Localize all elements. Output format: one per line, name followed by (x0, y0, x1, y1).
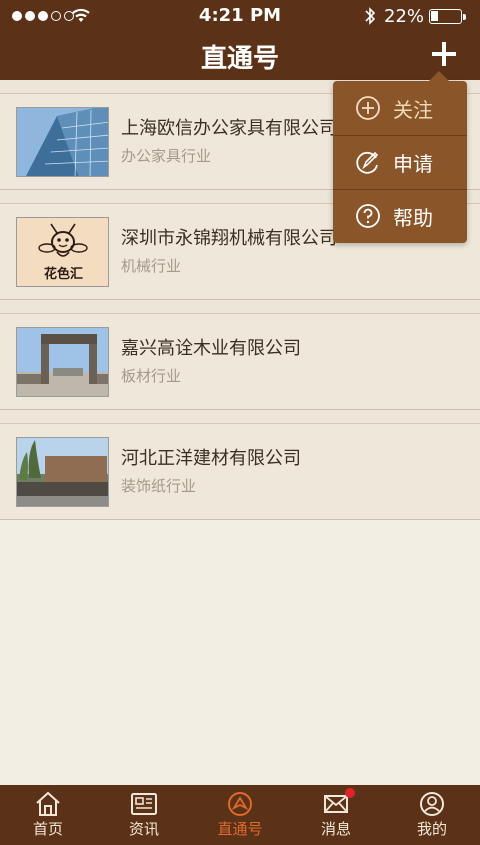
nav-bar: 4:21 PM 22% 直通号 (0, 0, 480, 80)
tab-news[interactable]: 资讯 (96, 785, 192, 845)
user-icon (420, 792, 444, 816)
tab-label: 直通号 (217, 820, 263, 838)
company-industry: 装饰纸行业 (121, 477, 197, 495)
tab-home[interactable]: 首页 (0, 785, 96, 845)
battery-icon (429, 9, 466, 24)
company-thumbnail (16, 437, 109, 507)
edit-circle-icon (356, 151, 379, 174)
tab-label: 我的 (416, 820, 447, 838)
menu-item-help[interactable]: 帮助 (333, 189, 467, 243)
tab-label: 首页 (32, 820, 63, 838)
menu-item-label: 申请 (393, 152, 433, 176)
company-name: 深圳市永锦翔机械有限公司 (121, 228, 337, 249)
logo-text: 花色汇 (43, 267, 83, 282)
plus-circle-icon (356, 96, 380, 120)
page-title: 直通号 (200, 44, 279, 74)
compass-icon (228, 792, 252, 816)
menu-item-follow[interactable]: 关注 (333, 81, 467, 135)
battery-percent: 22% (384, 6, 425, 27)
company-name: 河北正洋建材有限公司 (121, 448, 301, 469)
company-industry: 板材行业 (121, 367, 182, 385)
company-logo: 花色汇 (16, 217, 109, 287)
company-name: 嘉兴高诠木业有限公司 (121, 338, 301, 359)
company-industry: 办公家具行业 (121, 147, 212, 165)
tab-mine[interactable]: 我的 (384, 785, 480, 845)
notification-badge (345, 788, 355, 798)
tab-direct[interactable]: 直通号 (192, 785, 288, 845)
tab-messages[interactable]: 消息 (288, 785, 384, 845)
newspaper-icon (131, 793, 157, 815)
menu-item-apply[interactable]: 申请 (333, 135, 467, 189)
help-circle-icon (356, 204, 380, 228)
company-industry: 机械行业 (121, 257, 182, 275)
company-thumbnail (16, 107, 109, 177)
popup-menu: 关注 申请 帮助 (333, 71, 467, 243)
tab-bar: 首页 资讯 直通号 消息 我的 (0, 785, 480, 845)
menu-item-label: 帮助 (393, 206, 433, 230)
add-plus-button[interactable] (430, 40, 458, 68)
list-item-company[interactable]: 河北正洋建材有限公司 装饰纸行业 (0, 424, 480, 520)
tab-label: 消息 (320, 820, 351, 838)
tab-label: 资讯 (128, 820, 159, 838)
menu-item-label: 关注 (393, 98, 433, 122)
list-item-company[interactable]: 嘉兴高诠木业有限公司 板材行业 (0, 314, 480, 410)
company-thumbnail (16, 327, 109, 397)
home-icon (36, 791, 60, 816)
status-bar: 4:21 PM 22% (0, 0, 480, 34)
company-name: 上海欧信办公家具有限公司 (121, 118, 337, 139)
bluetooth-icon (365, 7, 376, 25)
